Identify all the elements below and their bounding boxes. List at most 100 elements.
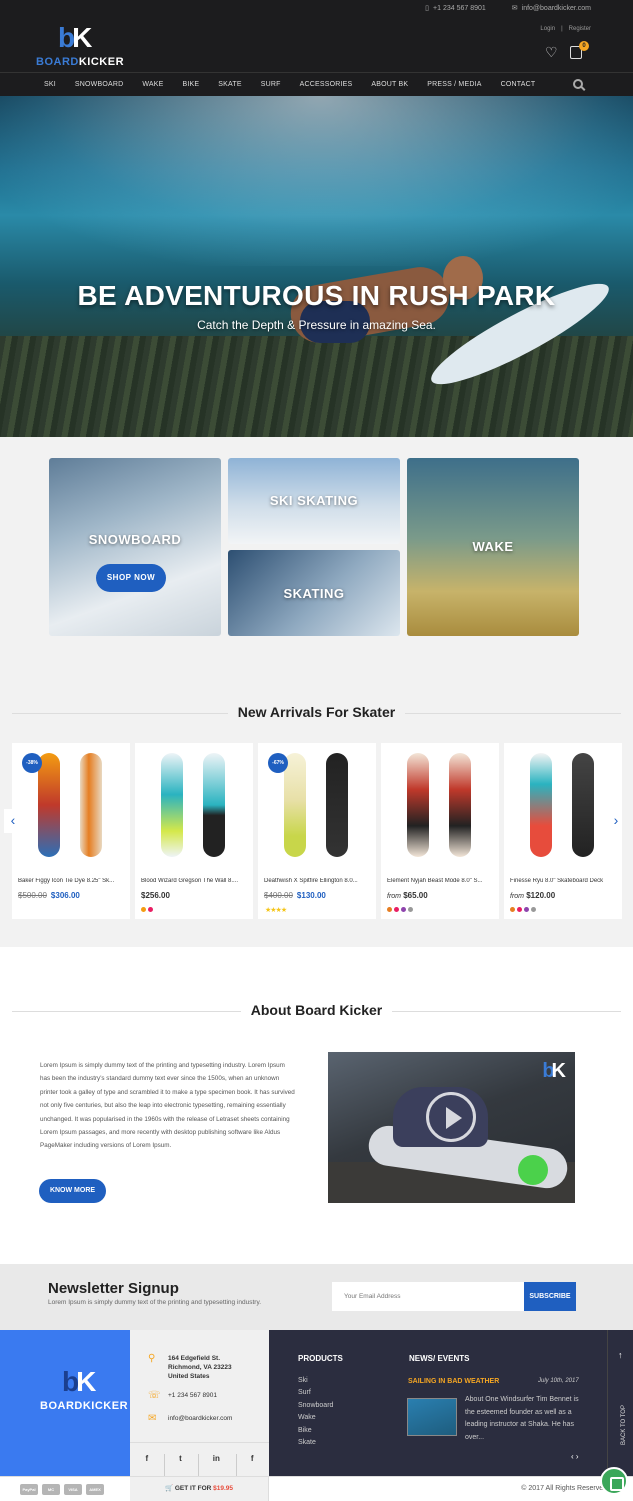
register-link[interactable]: Register (569, 26, 591, 32)
color-swatch[interactable] (510, 907, 515, 912)
product-deck-back (326, 753, 348, 857)
product-image[interactable]: -67% (258, 743, 376, 867)
discount-badge: -67% (268, 753, 288, 773)
email-contact[interactable]: ✉ info@boardkicker.com (511, 4, 591, 13)
product-card[interactable]: -67% Deathwish X Spitfire Ellington 8.0..… (258, 743, 376, 919)
know-more-button[interactable]: KNOW MORE (39, 1179, 106, 1203)
logo[interactable]: bK BOARDKICKER (36, 22, 128, 70)
email-input[interactable]: Your Email Address (332, 1282, 524, 1311)
footer-phone[interactable]: ☏ +1 234 567 8901 (148, 1390, 217, 1401)
facebook-icon[interactable]: f (235, 1454, 254, 1476)
color-swatch[interactable] (401, 907, 406, 912)
about-heading: About Board Kicker (0, 1002, 633, 1020)
color-swatch[interactable] (531, 907, 536, 912)
footer-logo[interactable]: bK BOARDKICKER (40, 1366, 132, 1414)
color-swatch[interactable] (517, 907, 522, 912)
price-from: from (387, 893, 401, 900)
product-name[interactable]: Finesse Ryu 8.0" Skateboard Deck (510, 878, 618, 884)
subscribe-button[interactable]: SUBSCRIBE (524, 1282, 576, 1311)
footer-address: ⚲ 164 Edgefield St. Richmond, VA 23223 Uni… (148, 1354, 232, 1381)
product-card[interactable]: -38% Baker Figgy Icon Tie Dye 8.25" Sk...… (12, 743, 130, 919)
nav-item-bike[interactable]: BIKE (183, 81, 200, 88)
color-swatch[interactable] (387, 907, 392, 912)
footer-product-link[interactable]: Ski (298, 1375, 343, 1387)
nav-item-about-bk[interactable]: ABOUT BK (371, 81, 408, 88)
cart-bag-icon[interactable]: 0 (570, 41, 589, 59)
old-price: $500.00 (18, 891, 47, 900)
product-image[interactable] (135, 743, 253, 867)
product-image[interactable]: -38% (12, 743, 130, 867)
nav-item-accessories[interactable]: ACCESSORIES (300, 81, 353, 88)
play-icon[interactable] (426, 1092, 476, 1142)
category-wake[interactable]: WAKE (407, 458, 579, 636)
nav-item-wake[interactable]: WAKE (142, 81, 163, 88)
shop-now-button[interactable]: SHOP NOW (96, 564, 166, 592)
nav-item-press-media[interactable]: PRESS / MEDIA (427, 81, 481, 88)
product-image[interactable] (504, 743, 622, 867)
color-swatch[interactable] (148, 907, 153, 912)
wishlist-heart-icon[interactable]: ♡ (545, 45, 559, 59)
footer-product-link[interactable]: Skate (298, 1437, 343, 1449)
get-it-button[interactable]: 🛒 GET IT FOR $19.95 (130, 1477, 269, 1501)
chevron-left-icon[interactable]: ‹ (4, 809, 22, 833)
news-date: July 10th, 2017 (538, 1378, 579, 1384)
product-card[interactable]: Blood Wizard Gregson The Wall 8.... $256.… (135, 743, 253, 919)
category-snowboard[interactable]: SNOWBOARD SHOP NOW (49, 458, 221, 636)
product-card[interactable]: Finesse Ryu 8.0" Skateboard Deck from $12… (504, 743, 622, 919)
main-nav: SKI SNOWBOARD WAKE BIKE SKATE SURF ACCESSORIES… (0, 72, 633, 96)
news-headline[interactable]: SAILING IN BAD WEATHER (408, 1378, 499, 1385)
arrivals-heading: New Arrivals For Skater (0, 704, 633, 722)
product-name[interactable]: Deathwish X Spitfire Ellington 8.0... (264, 878, 372, 884)
about-section: About Board Kicker Lorem Ipsum is simply… (0, 947, 633, 1264)
color-swatch[interactable] (408, 907, 413, 912)
current-price: $256.00 (141, 891, 170, 900)
nav-item-surf[interactable]: SURF (261, 81, 281, 88)
hero-banner: BE ADVENTUROUS IN RUSH PARK Catch the De… (0, 96, 633, 437)
color-swatch[interactable] (141, 907, 146, 912)
product-deck-back (572, 753, 594, 857)
social-links: f t in f (130, 1442, 269, 1476)
nav-item-skate[interactable]: SKATE (218, 81, 241, 88)
color-swatch[interactable] (394, 907, 399, 912)
linkedin-icon[interactable]: in (197, 1454, 220, 1476)
auth-links: Login | Register (540, 26, 591, 32)
login-link[interactable]: Login (540, 26, 555, 32)
mastercard-icon: MC (42, 1484, 60, 1495)
chevron-right-icon[interactable]: › (607, 809, 625, 833)
news-thumbnail[interactable] (407, 1398, 457, 1436)
product-image[interactable] (381, 743, 499, 867)
hero-title: BE ADVENTUROUS IN RUSH PARK (77, 280, 556, 311)
nav-item-snowboard[interactable]: SNOWBOARD (75, 81, 123, 88)
news-nav-arrows[interactable]: ‹ › (571, 1452, 579, 1461)
twitter-icon[interactable]: t (164, 1454, 182, 1476)
nav-item-ski[interactable]: SKI (44, 81, 56, 88)
video-logo: bK (542, 1060, 566, 1082)
category-ski-skating[interactable]: SKI SKATING (228, 458, 400, 544)
footer-product-link[interactable]: Wake (298, 1412, 343, 1424)
nav-list: SKI SNOWBOARD WAKE BIKE SKATE SURF ACCESSORIES… (44, 81, 554, 88)
phone-contact[interactable]: ▯ +1 234 567 8901 (425, 4, 486, 13)
phone-icon: ▯ (425, 5, 430, 12)
category-skating[interactable]: SKATING (228, 550, 400, 636)
chat-bubble-icon[interactable] (600, 1467, 628, 1495)
phone-icon: ☏ (148, 1390, 161, 1401)
footer-email[interactable]: ✉ info@boardkicker.com (148, 1414, 232, 1424)
product-deck-front (284, 753, 306, 857)
facebook-icon[interactable]: f (145, 1454, 148, 1476)
footer-product-link[interactable]: Surf (298, 1387, 343, 1399)
footer-product-link[interactable]: Bike (298, 1425, 343, 1437)
category-ski-label: SKI SKATING (269, 493, 359, 508)
product-card[interactable]: Element Nyjah Beast Mode 8.0" S... from $… (381, 743, 499, 919)
product-name[interactable]: Blood Wizard Gregson The Wall 8.... (141, 878, 249, 884)
mail-icon: ✉ (511, 5, 518, 12)
product-deck-front (38, 753, 60, 857)
color-swatch[interactable] (524, 907, 529, 912)
about-video[interactable]: bK (328, 1052, 575, 1203)
product-deck-back (449, 753, 471, 857)
back-to-top[interactable]: ↑ BACK TO TOP (607, 1330, 633, 1476)
footer-product-link[interactable]: Snowboard (298, 1400, 343, 1412)
search-icon[interactable] (573, 79, 583, 89)
product-name[interactable]: Baker Figgy Icon Tie Dye 8.25" Sk... (18, 878, 126, 884)
product-name[interactable]: Element Nyjah Beast Mode 8.0" S... (387, 878, 495, 884)
nav-item-contact[interactable]: CONTACT (501, 81, 536, 88)
